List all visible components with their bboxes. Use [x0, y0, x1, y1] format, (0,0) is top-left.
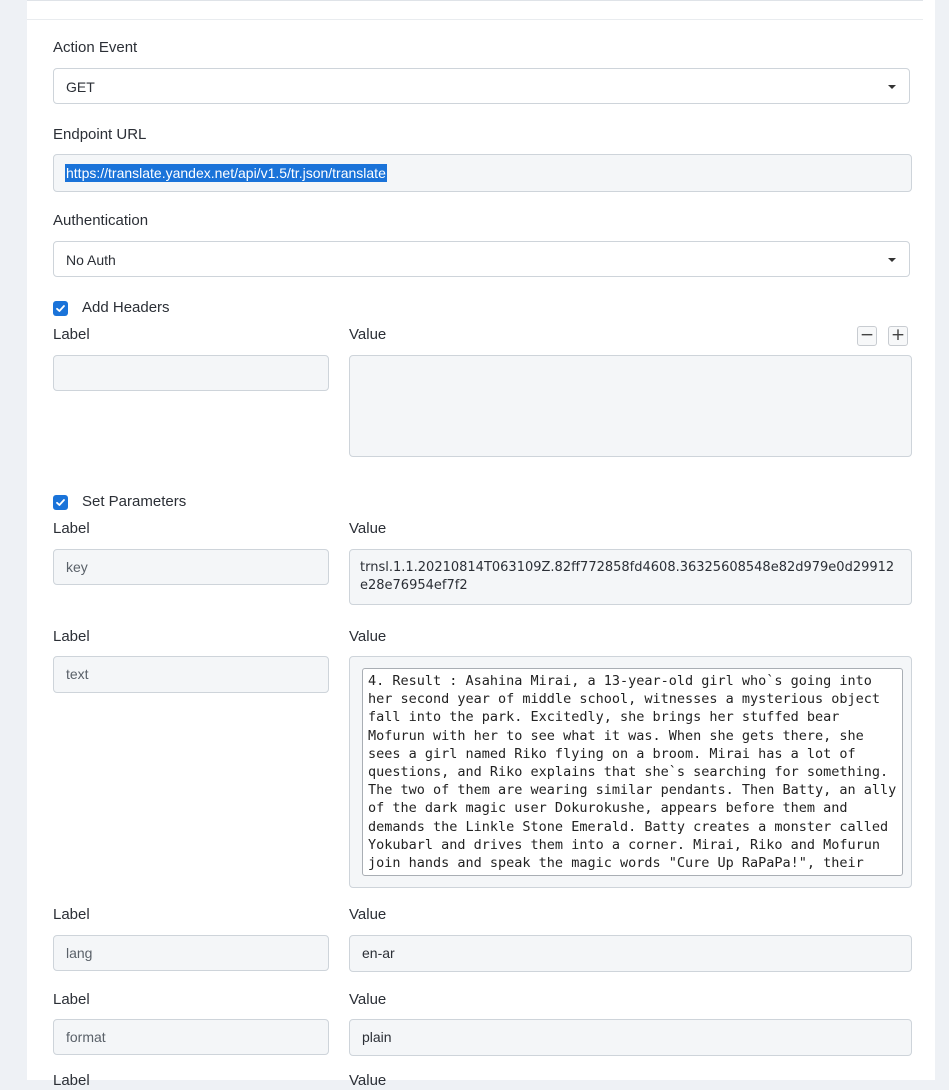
authentication-label: Authentication	[53, 212, 149, 229]
header-label-column: Label	[53, 326, 90, 343]
param-label-header: Label	[53, 991, 90, 1008]
header-value-column: Value	[349, 326, 387, 343]
param-label-input[interactable]: lang	[53, 935, 329, 971]
action-event-select[interactable]: GET	[53, 68, 910, 104]
header-label-input[interactable]	[53, 355, 329, 391]
checkmark-icon	[56, 499, 65, 506]
authentication-select[interactable]: No Auth	[53, 241, 910, 277]
param-label-header: Label	[53, 906, 90, 923]
authentication-value: No Auth	[66, 252, 116, 268]
action-event-label: Action Event	[53, 39, 138, 56]
param-value-header: Value	[349, 991, 387, 1008]
param-label-input[interactable]: key	[53, 549, 329, 585]
param-value-header: Value	[349, 1072, 387, 1089]
param-value-textarea[interactable]: 4. Result : Asahina Mirai, a 13-year-old…	[362, 668, 903, 876]
param-label-input[interactable]: text	[53, 656, 329, 693]
add-headers-checkbox[interactable]	[53, 301, 68, 316]
endpoint-url-label: Endpoint URL	[53, 126, 147, 143]
param-value-input[interactable]: trnsl.1.1.20210814T063109Z.82ff772858fd4…	[349, 549, 912, 605]
param-value-header: Value	[349, 628, 387, 645]
param-label-header: Label	[53, 1072, 90, 1089]
param-value-container: 4. Result : Asahina Mirai, a 13-year-old…	[349, 656, 912, 888]
set-parameters-label: Set Parameters	[82, 493, 187, 510]
header-value-input[interactable]	[349, 355, 912, 457]
divider	[27, 19, 923, 20]
set-parameters-checkbox[interactable]	[53, 495, 68, 510]
checkmark-icon	[56, 305, 65, 312]
param-value-input[interactable]: en-ar	[349, 935, 912, 972]
caret-down-icon	[888, 258, 896, 262]
action-event-value: GET	[66, 79, 95, 95]
param-value-header: Value	[349, 906, 387, 923]
param-value-input[interactable]: plain	[349, 1019, 912, 1056]
param-label-header: Label	[53, 520, 90, 537]
divider	[27, 0, 923, 1]
endpoint-url-value: https://translate.yandex.net/api/v1.5/tr…	[65, 164, 387, 182]
endpoint-url-input[interactable]: https://translate.yandex.net/api/v1.5/tr…	[53, 154, 912, 192]
plus-icon[interactable]: +	[888, 326, 908, 346]
param-label-input[interactable]: format	[53, 1019, 329, 1055]
minus-icon[interactable]: −	[857, 326, 877, 346]
param-value-header: Value	[349, 520, 387, 537]
caret-down-icon	[888, 85, 896, 89]
param-label-header: Label	[53, 628, 90, 645]
add-headers-label: Add Headers	[82, 299, 170, 316]
